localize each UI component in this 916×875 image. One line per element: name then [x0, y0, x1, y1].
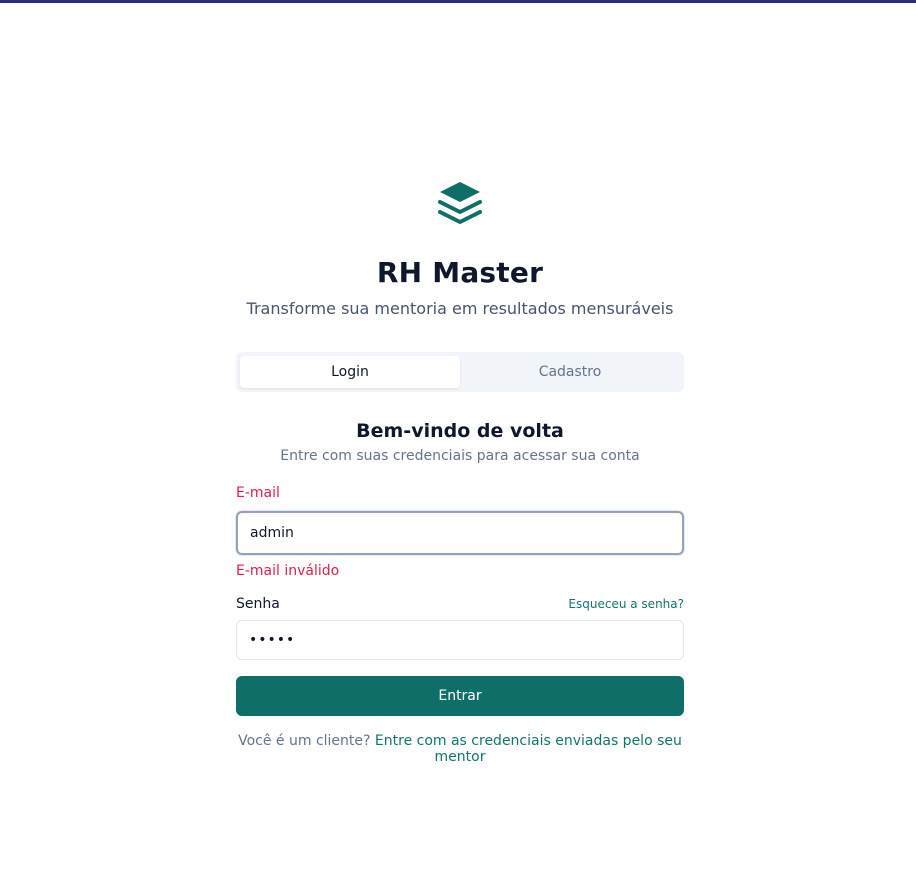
- tab-login[interactable]: Login: [240, 356, 460, 388]
- app-title: RH Master: [376, 256, 544, 289]
- footer-prefix: Você é um cliente?: [238, 733, 371, 749]
- forgot-password-link[interactable]: Esqueceu a senha?: [568, 597, 684, 611]
- layers-icon: [438, 182, 482, 224]
- form-subheading: Entre com suas credenciais para acessar …: [280, 448, 640, 464]
- form-heading: Bem-vindo de volta: [356, 420, 564, 442]
- client-credentials-link[interactable]: Entre com as credenciais enviadas pelo s…: [375, 733, 682, 765]
- password-label: Senha: [236, 596, 280, 612]
- login-card: RH Master Transforme sua mentoria em res…: [236, 180, 684, 765]
- email-error-message: E-mail inválido: [236, 563, 340, 579]
- password-input[interactable]: [236, 620, 684, 660]
- app-tagline: Transforme sua mentoria em resultados me…: [246, 299, 674, 318]
- tab-cadastro[interactable]: Cadastro: [460, 356, 680, 388]
- top-accent-bar: [0, 0, 916, 3]
- email-label: E-mail: [236, 485, 280, 501]
- submit-button[interactable]: Entrar: [236, 676, 684, 716]
- password-label-row: Senha Esqueceu a senha?: [236, 596, 684, 612]
- email-input[interactable]: [236, 511, 684, 555]
- auth-tabs: Login Cadastro: [236, 352, 684, 392]
- client-footer: Você é um cliente? Entre com as credenci…: [236, 733, 684, 765]
